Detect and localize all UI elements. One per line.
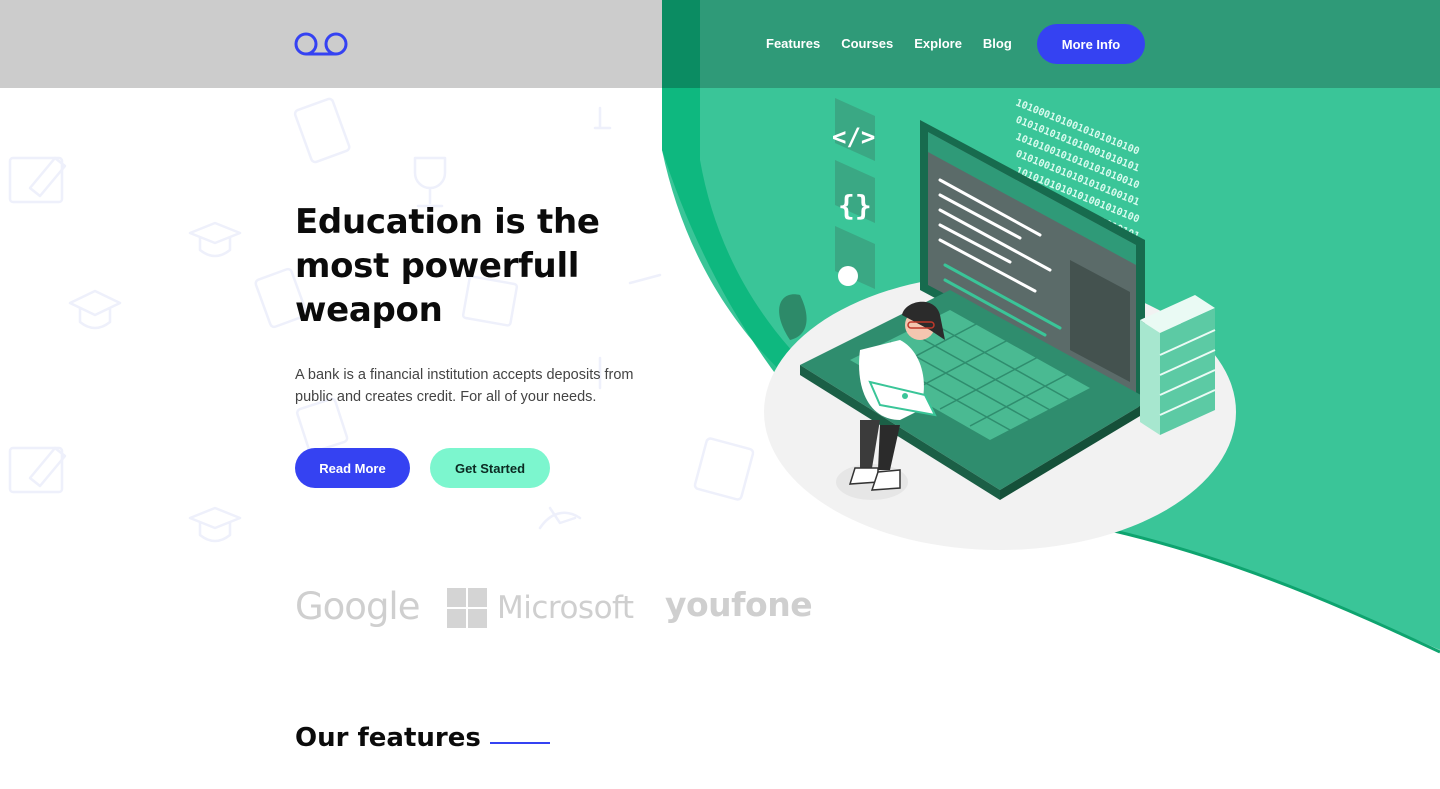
nav-link-features[interactable]: Features bbox=[766, 36, 820, 52]
main-nav: Features Courses Explore Blog bbox=[766, 36, 1033, 52]
microsoft-logo-text: Microsoft bbox=[497, 590, 634, 626]
google-logo: Google bbox=[295, 585, 420, 628]
read-more-button[interactable]: Read More bbox=[295, 448, 410, 488]
get-started-button[interactable]: Get Started bbox=[430, 448, 550, 488]
education-pattern-background bbox=[8, 97, 755, 543]
microsoft-windows-icon bbox=[447, 588, 487, 628]
voicemail-logo-icon[interactable] bbox=[294, 30, 350, 58]
features-title: Our features bbox=[295, 723, 481, 753]
microsoft-logo: Microsoft bbox=[447, 588, 634, 628]
header-accent-strip bbox=[662, 0, 700, 88]
nav-link-blog[interactable]: Blog bbox=[983, 36, 1012, 52]
nav-link-explore[interactable]: Explore bbox=[914, 36, 962, 52]
hero-title: Education is the most powerfull weapon bbox=[295, 202, 600, 330]
hero-description: A bank is a financial institution accept… bbox=[295, 367, 634, 405]
features-title-underline bbox=[490, 742, 550, 744]
youfone-logo: youfone bbox=[665, 585, 813, 624]
isometric-laptop-student-icon: </> {} 1010001010010101010100 0101010101… bbox=[764, 98, 1236, 550]
svg-text:</>: </> bbox=[832, 123, 875, 151]
svg-text:{}: {} bbox=[838, 189, 872, 222]
more-info-button[interactable]: More Info bbox=[1037, 24, 1145, 64]
nav-link-courses[interactable]: Courses bbox=[841, 36, 893, 52]
